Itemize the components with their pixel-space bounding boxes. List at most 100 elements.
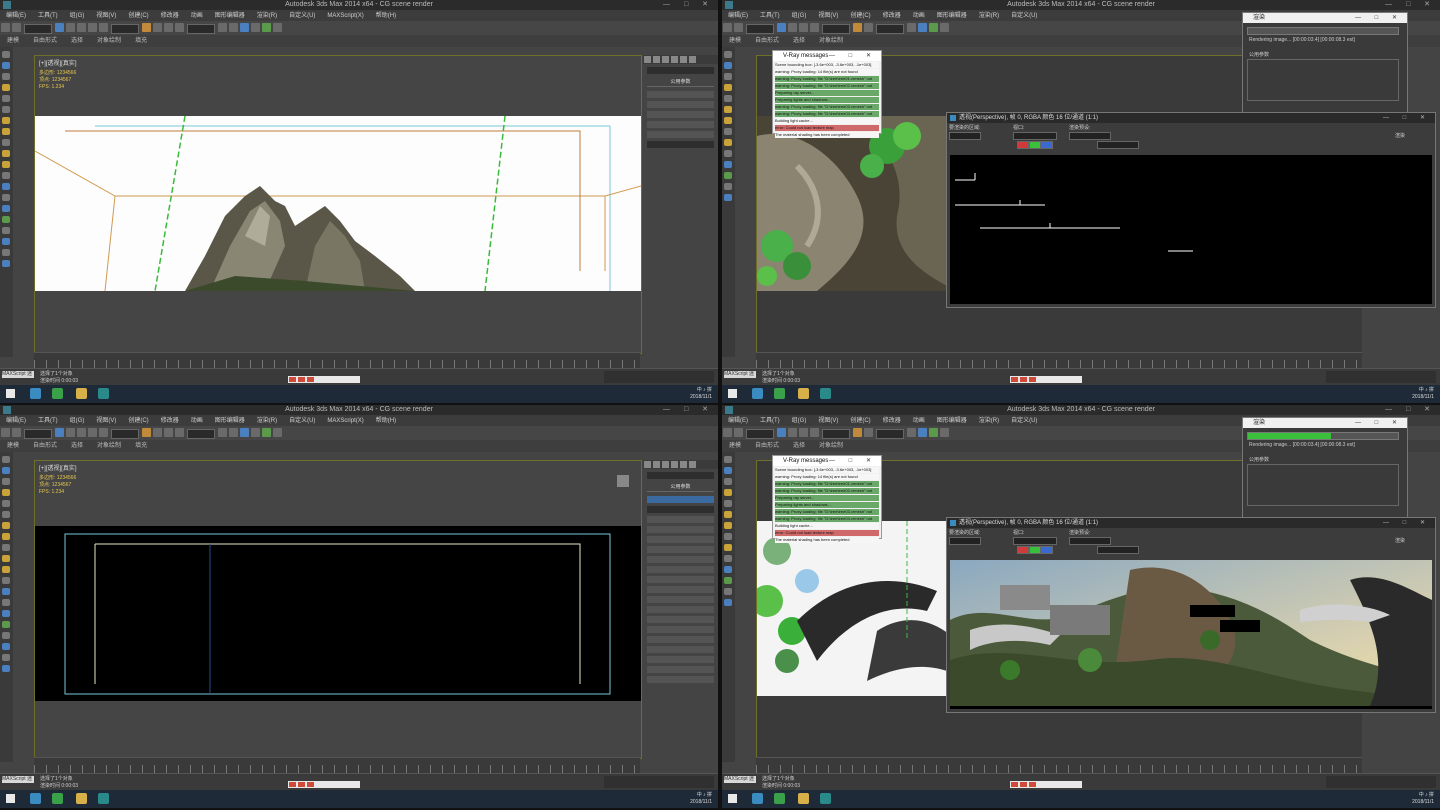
menu-item[interactable]: 图形编辑器	[931, 11, 973, 21]
move-icon[interactable]	[788, 23, 797, 32]
windows-start-icon[interactable]	[6, 389, 15, 398]
redo-icon[interactable]	[734, 23, 743, 32]
window-controls[interactable]: — □ ✕	[663, 0, 714, 10]
panel-button[interactable]	[647, 91, 714, 98]
menu-item[interactable]: MAXScript(X)	[321, 416, 369, 426]
menu-item[interactable]: 渲染(R)	[251, 416, 283, 426]
tool-icon[interactable]	[2, 478, 10, 485]
render-frame-icon[interactable]	[262, 428, 271, 437]
browser-icon[interactable]	[30, 388, 41, 399]
folder-icon[interactable]	[76, 793, 87, 804]
tool-icon[interactable]	[724, 544, 732, 551]
viewport-label[interactable]: [+][透视][真实]	[39, 463, 77, 472]
panel-field[interactable]	[647, 141, 714, 148]
mirror-icon[interactable]	[864, 428, 873, 437]
menu-item[interactable]: 工具(T)	[32, 416, 64, 426]
track-bar[interactable]	[34, 765, 640, 773]
mirror-icon[interactable]	[164, 428, 173, 437]
panel-rollout-header[interactable]: 公用参数	[647, 78, 714, 87]
tool-icon[interactable]	[2, 227, 10, 234]
render-progress-window[interactable]: 渲染 — □ ✕ Rendering image... [00:00:03.4] …	[1242, 12, 1408, 114]
render-frame-icon[interactable]	[262, 23, 271, 32]
select-icon[interactable]	[55, 23, 64, 32]
panel-field[interactable]	[647, 67, 714, 74]
tool-icon[interactable]	[2, 139, 10, 146]
ime-toolbar[interactable]	[288, 781, 360, 788]
selection-filter-dropdown[interactable]	[746, 24, 774, 34]
render-frame-icon[interactable]	[929, 23, 938, 32]
menu-item[interactable]: 修改器	[877, 416, 907, 426]
panel-row[interactable]	[647, 656, 714, 663]
tool-icon[interactable]	[724, 73, 732, 80]
tool-icon[interactable]	[724, 588, 732, 595]
snap-icon[interactable]	[853, 428, 862, 437]
tool-icon[interactable]	[2, 654, 10, 661]
window-controls[interactable]: — □ ✕	[663, 405, 714, 415]
modify-tab-icon[interactable]	[653, 56, 660, 63]
create-tab-icon[interactable]	[644, 56, 651, 63]
windows-start-icon[interactable]	[728, 794, 737, 803]
rotate-icon[interactable]	[799, 23, 808, 32]
animation-controls[interactable]	[1326, 371, 1436, 383]
ime-toolbar[interactable]	[288, 376, 360, 383]
tool-icon[interactable]	[2, 577, 10, 584]
3dsmax-icon[interactable]	[820, 793, 831, 804]
panel-row[interactable]	[647, 536, 714, 543]
progress-title-bar[interactable]: 渲染 — □ ✕	[1243, 13, 1407, 23]
ime-toolbar[interactable]	[1010, 376, 1082, 383]
track-bar[interactable]	[756, 360, 1362, 368]
panel-button[interactable]	[647, 496, 714, 503]
panel-row[interactable]	[647, 626, 714, 633]
tool-icon[interactable]	[2, 84, 10, 91]
menu-item[interactable]: 自定义(U)	[1005, 416, 1043, 426]
app-icon[interactable]	[52, 388, 63, 399]
material-editor-icon[interactable]	[240, 428, 249, 437]
ribbon-tab[interactable]: 选择	[786, 35, 812, 47]
render-setup-icon[interactable]	[251, 23, 260, 32]
tool-icon[interactable]	[2, 544, 10, 551]
modify-tab-icon[interactable]	[653, 461, 660, 468]
tool-icon[interactable]	[724, 467, 732, 474]
tool-icon[interactable]	[724, 566, 732, 573]
scale-icon[interactable]	[810, 23, 819, 32]
hierarchy-tab-icon[interactable]	[662, 56, 669, 63]
undo-icon[interactable]	[1, 23, 10, 32]
tool-icon[interactable]	[724, 194, 732, 201]
select-by-name-icon[interactable]	[66, 428, 75, 437]
named-selection-dropdown[interactable]	[187, 24, 215, 34]
blue-channel-icon[interactable]	[1041, 546, 1053, 554]
tool-icon[interactable]	[2, 172, 10, 179]
ribbon-tab[interactable]: 对象绘制	[90, 440, 128, 452]
tool-icon[interactable]	[2, 183, 10, 190]
tool-icon[interactable]	[724, 555, 732, 562]
tool-icon[interactable]	[724, 106, 732, 113]
tool-icon[interactable]	[724, 489, 732, 496]
menu-item[interactable]: 创建(C)	[122, 416, 154, 426]
reference-coord-dropdown[interactable]	[111, 429, 139, 439]
window-controls[interactable]: — □ ✕	[1385, 0, 1436, 10]
frame-buffer-window[interactable]: 透视(Perspective), 帧 0, RGBA 颜色 16 位/通道 (1…	[946, 112, 1436, 308]
menu-item[interactable]: 创建(C)	[122, 11, 154, 21]
tool-icon[interactable]	[724, 172, 732, 179]
menu-item[interactable]: 动画	[907, 416, 931, 426]
tool-icon[interactable]	[2, 117, 10, 124]
browser-icon[interactable]	[30, 793, 41, 804]
tool-icon[interactable]	[2, 249, 10, 256]
display-tab-icon[interactable]	[680, 56, 687, 63]
tool-icon[interactable]	[724, 183, 732, 190]
progress-title-bar[interactable]: 渲染 — □ ✕	[1243, 418, 1407, 428]
rotate-icon[interactable]	[88, 428, 97, 437]
layer-icon[interactable]	[218, 428, 227, 437]
system-tray[interactable]: 中 ♪ 拼 2018/11/1	[690, 387, 712, 401]
viewport-dropdown[interactable]	[1013, 132, 1057, 140]
select-by-name-icon[interactable]	[66, 23, 75, 32]
animation-controls[interactable]	[1326, 776, 1436, 788]
app-icon[interactable]	[52, 793, 63, 804]
tool-icon[interactable]	[2, 456, 10, 463]
vray-log-window[interactable]: V-Ray messages — □ ✕ Scene bounding box: …	[772, 50, 882, 138]
tool-icon[interactable]	[2, 128, 10, 135]
tool-icon[interactable]	[724, 500, 732, 507]
ribbon-tab[interactable]: 对象绘制	[812, 440, 850, 452]
panel-button[interactable]	[647, 101, 714, 108]
selection-filter-dropdown[interactable]	[24, 429, 52, 439]
